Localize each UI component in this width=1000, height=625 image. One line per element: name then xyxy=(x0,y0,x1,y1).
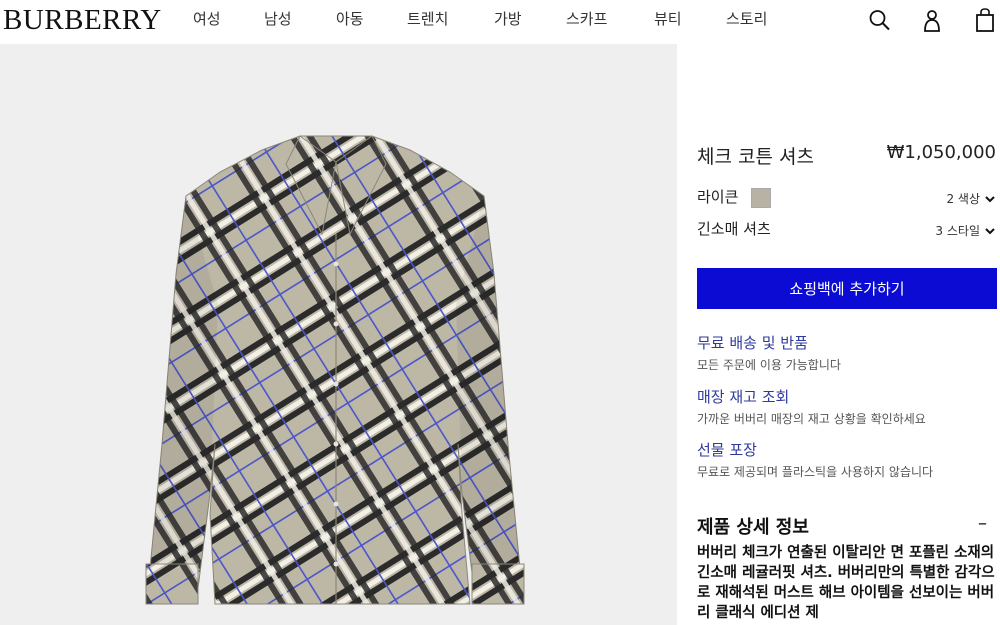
color-selector[interactable]: 2 색상 xyxy=(946,190,996,207)
nav-trench[interactable]: 트렌치 xyxy=(407,8,448,29)
details-heading: 제품 상세 정보 xyxy=(697,517,809,538)
nav-men[interactable]: 남성 xyxy=(264,8,292,29)
bag-icon[interactable] xyxy=(972,6,998,34)
nav-story[interactable]: 스토리 xyxy=(726,8,767,29)
search-icon[interactable] xyxy=(867,6,893,34)
product-price: ₩1,050,000 xyxy=(886,142,996,163)
color-label: 라이큰 xyxy=(697,188,739,206)
nav-women[interactable]: 여성 xyxy=(193,8,221,29)
nav-bags[interactable]: 가방 xyxy=(494,8,522,29)
nav-scarves[interactable]: 스카프 xyxy=(566,8,607,29)
site-header: BURBERRY 여성 남성 아동 트렌치 가방 스카프 뷰티 스토리 xyxy=(0,0,1000,44)
gift-wrap-link[interactable]: 선물 포장 xyxy=(697,439,757,460)
product-title: 체크 코튼 셔츠 xyxy=(697,146,814,168)
shirt-illustration xyxy=(145,135,525,605)
store-stock-link[interactable]: 매장 재고 조회 xyxy=(697,386,789,407)
chevron-down-icon xyxy=(985,227,995,234)
collapse-icon[interactable]: – xyxy=(978,513,987,534)
style-count: 3 스타일 xyxy=(935,224,980,238)
style-label: 긴소매 셔츠 xyxy=(697,220,771,238)
brand-logo[interactable]: BURBERRY xyxy=(3,4,162,36)
add-to-bag-button[interactable]: 쇼핑백에 추가하기 xyxy=(697,268,997,309)
details-text: 버버리 체크가 연출된 이탈리안 면 포플린 소재의 긴소매 레귤러핏 셔츠. … xyxy=(697,545,995,621)
chevron-down-icon xyxy=(985,195,995,202)
store-stock-desc: 가까운 버버리 매장의 재고 상황을 확인하세요 xyxy=(697,412,926,426)
free-shipping-desc: 모든 주문에 이용 가능합니다 xyxy=(697,358,841,372)
free-shipping-link[interactable]: 무료 배송 및 반품 xyxy=(697,332,808,353)
color-count: 2 색상 xyxy=(946,192,980,206)
gift-wrap-desc: 무료로 제공되며 플라스틱을 사용하지 않습니다 xyxy=(697,465,934,479)
account-icon[interactable] xyxy=(919,6,945,34)
nav-beauty[interactable]: 뷰티 xyxy=(654,8,682,29)
nav-kids[interactable]: 아동 xyxy=(336,8,364,29)
color-swatch[interactable] xyxy=(751,188,771,208)
product-image[interactable] xyxy=(0,44,677,625)
style-selector[interactable]: 3 스타일 xyxy=(935,222,996,239)
